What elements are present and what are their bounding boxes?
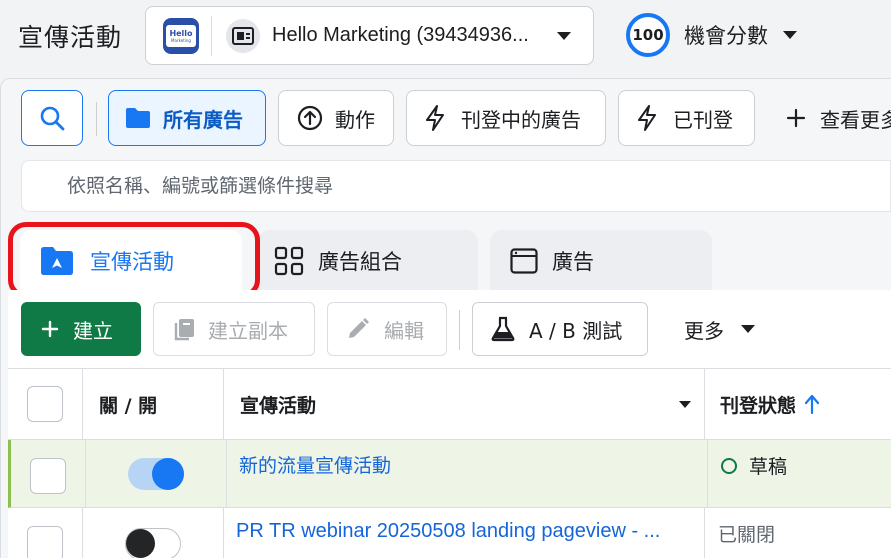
- flask-icon: [491, 316, 515, 342]
- all-ads-label: 所有廣告: [163, 107, 243, 132]
- ad-window-icon: [510, 248, 538, 274]
- edit-label: 編輯: [384, 318, 424, 343]
- lightning-icon: [638, 105, 656, 131]
- sort-ascending-icon: [804, 394, 820, 414]
- column-header-name: 宣傳活動: [240, 394, 317, 417]
- column-header-toggle: 關 / 開: [99, 394, 158, 417]
- published-label: 已刊登: [673, 107, 733, 132]
- create-button[interactable]: 建立: [21, 302, 141, 356]
- account-name: Hello Marketing (39434936...: [272, 24, 529, 46]
- campaign-name-link[interactable]: 新的流量宣傳活動: [239, 451, 391, 478]
- chevron-down-icon: [783, 31, 797, 39]
- header-name-cell[interactable]: 宣傳活動: [224, 369, 705, 439]
- search-icon: [40, 106, 65, 131]
- row-name-cell: 新的流量宣傳活動: [227, 440, 708, 507]
- arrow-up-circle-icon: [297, 105, 323, 131]
- row-toggle-cell: [83, 508, 224, 558]
- published-filter[interactable]: 已刊登: [618, 90, 755, 146]
- header-toggle-cell: 關 / 開: [83, 369, 224, 439]
- campaign-name-link[interactable]: PR TR webinar 20250508 landing pageview …: [236, 520, 660, 543]
- header-checkbox-cell: [8, 369, 83, 439]
- row-checkbox-cell: [8, 508, 83, 558]
- select-all-checkbox[interactable]: [27, 386, 63, 422]
- draft-status-icon: [721, 457, 737, 474]
- tab-campaigns-label: 宣傳活動: [90, 250, 174, 274]
- toolbar-divider: [459, 310, 460, 350]
- search-field[interactable]: [21, 160, 891, 212]
- tab-ad-sets-label: 廣告組合: [318, 250, 402, 274]
- table-row[interactable]: PR TR webinar 20250508 landing pageview …: [8, 508, 891, 558]
- campaign-folder-icon: [41, 247, 73, 275]
- logo-text: Hello: [169, 28, 193, 38]
- score-badge: 100: [626, 13, 670, 57]
- folder-icon: [126, 108, 150, 128]
- account-divider: [211, 15, 212, 56]
- lightning-icon: [426, 105, 444, 131]
- logo-subtext: Marketing: [171, 37, 191, 43]
- all-ads-filter[interactable]: 所有廣告: [108, 90, 266, 146]
- active-ads-label: 刊登中的廣告: [461, 107, 581, 132]
- status-text: 草稿: [749, 456, 788, 478]
- duplicate-button[interactable]: 建立副本: [153, 302, 315, 356]
- campaign-toggle[interactable]: [128, 458, 184, 490]
- row-status-cell: 草稿: [708, 440, 891, 507]
- tab-ad-sets[interactable]: 廣告組合: [258, 230, 478, 292]
- duplicate-label: 建立副本: [208, 318, 288, 343]
- toggle-knob: [126, 529, 155, 558]
- more-button[interactable]: 更多: [684, 302, 774, 356]
- account-logo: Hello Marketing: [163, 17, 199, 54]
- action-label: 動作: [335, 107, 375, 132]
- grid-icon: [274, 246, 304, 276]
- tab-ads[interactable]: 廣告: [490, 230, 712, 292]
- tab-ads-label: 廣告: [552, 250, 594, 274]
- filter-bar: 所有廣告 動作 刊登中的廣告 已刊登 查看更多: [0, 90, 891, 146]
- status-text: 已關閉: [718, 524, 776, 546]
- table-header: 關 / 開 宣傳活動 刊登狀態: [8, 368, 891, 440]
- table-row[interactable]: 新的流量宣傳活動 草稿: [8, 440, 891, 508]
- account-selector[interactable]: Hello Marketing Hello Marketing (3943493…: [145, 6, 594, 65]
- row-status-cell: 已關閉: [705, 508, 891, 558]
- active-ads-filter[interactable]: 刊登中的廣告: [406, 90, 606, 146]
- toggle-knob: [152, 458, 184, 490]
- row-name-cell: PR TR webinar 20250508 landing pageview …: [224, 508, 705, 558]
- action-filter[interactable]: 動作: [278, 90, 394, 146]
- ad-account-icon: [226, 18, 260, 53]
- chevron-down-icon: [741, 325, 755, 333]
- row-checkbox-cell: [11, 440, 86, 507]
- pencil-icon: [349, 318, 369, 338]
- ab-test-label: A / B 測試: [529, 318, 623, 343]
- opportunity-score[interactable]: 100 機會分數: [626, 13, 798, 57]
- campaign-toggle[interactable]: [125, 528, 181, 558]
- column-header-status: 刊登狀態: [720, 394, 797, 417]
- tab-campaigns[interactable]: 宣傳活動: [20, 230, 242, 292]
- caret-down-icon[interactable]: [678, 400, 692, 409]
- edit-button[interactable]: 編輯: [327, 302, 447, 356]
- filter-divider: [96, 102, 97, 136]
- more-label: 更多: [684, 318, 724, 343]
- view-more-label: 查看更多: [820, 107, 891, 132]
- score-label: 機會分數: [684, 24, 768, 48]
- view-more-filters[interactable]: 查看更多: [786, 90, 891, 146]
- search-button[interactable]: [21, 90, 83, 146]
- row-checkbox[interactable]: [27, 526, 63, 558]
- page-title: 宣傳活動: [18, 23, 123, 52]
- ab-test-button[interactable]: A / B 測試: [472, 302, 648, 356]
- chevron-down-icon: [557, 31, 571, 40]
- copy-icon: [174, 319, 194, 341]
- header-status-cell[interactable]: 刊登狀態: [705, 369, 891, 439]
- plus-icon: [41, 320, 59, 338]
- search-input[interactable]: [67, 175, 827, 197]
- create-label: 建立: [73, 318, 113, 343]
- row-checkbox[interactable]: [30, 458, 66, 494]
- plus-icon: [786, 108, 806, 128]
- row-toggle-cell: [86, 440, 227, 507]
